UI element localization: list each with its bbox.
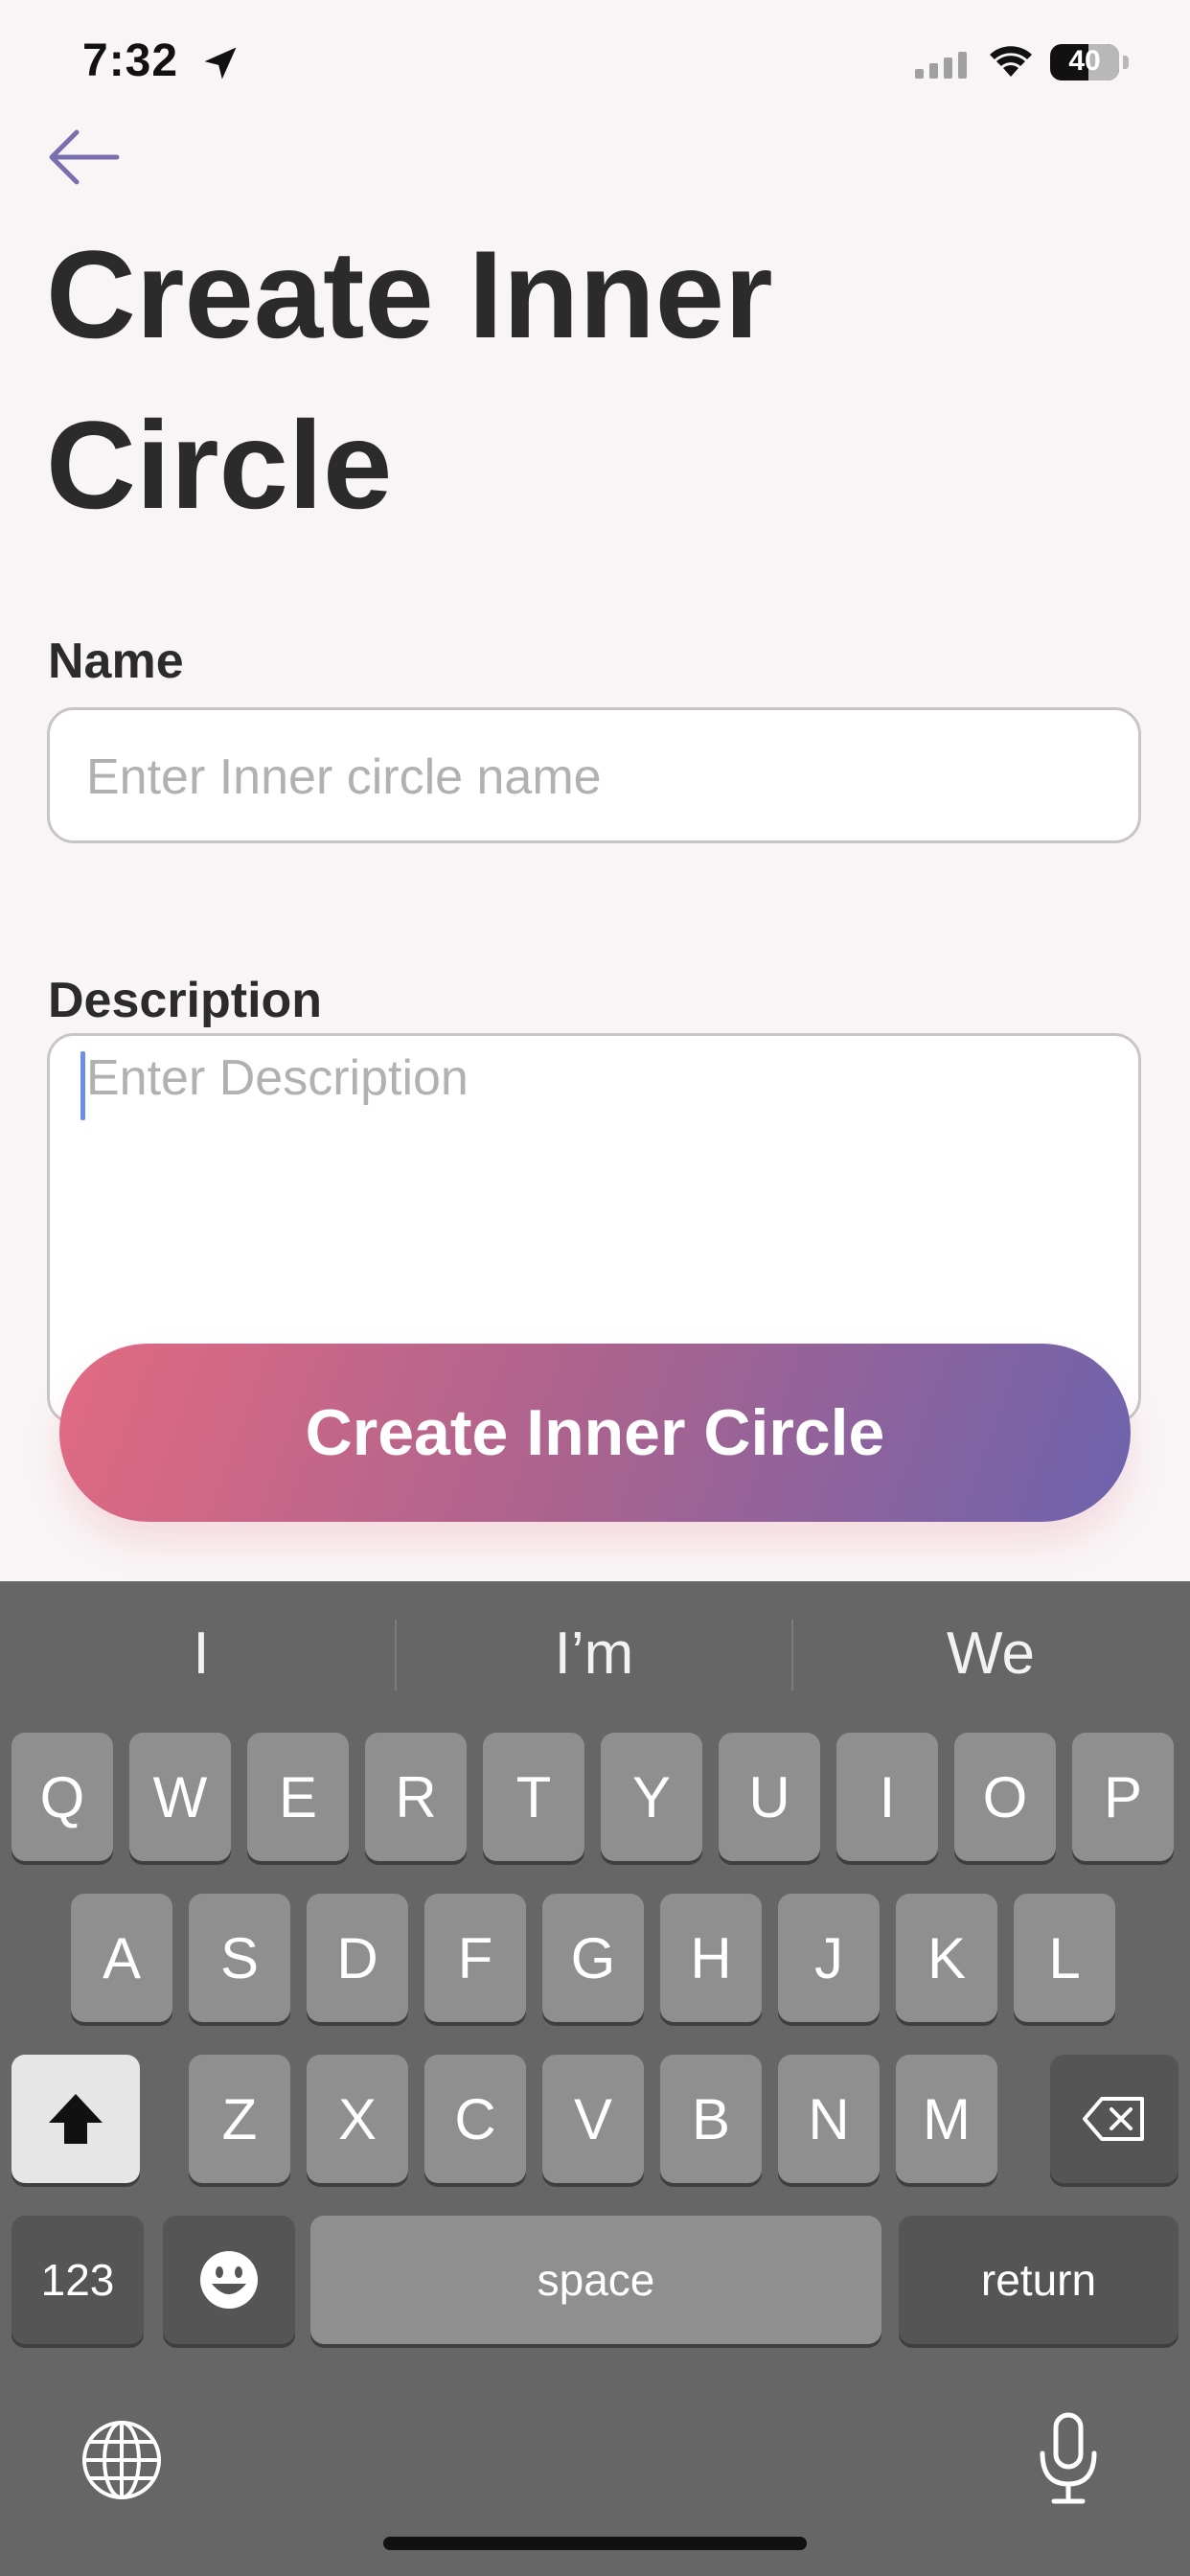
home-indicator[interactable] <box>383 2537 807 2550</box>
key-p[interactable]: P <box>1072 1733 1174 1861</box>
delete-key[interactable] <box>1050 2055 1179 2183</box>
emoji-icon <box>200 2251 258 2309</box>
emoji-key[interactable] <box>163 2216 295 2344</box>
key-t[interactable]: T <box>483 1733 584 1861</box>
create-inner-circle-button[interactable]: Create Inner Circle <box>59 1344 1131 1522</box>
key-i[interactable]: I <box>836 1733 938 1861</box>
key-m[interactable]: M <box>896 2055 997 2183</box>
shift-icon <box>49 2094 103 2144</box>
battery-icon: 40 <box>1050 44 1119 80</box>
name-label: Name <box>48 633 184 689</box>
backspace-icon <box>1083 2097 1144 2141</box>
key-e[interactable]: E <box>247 1733 349 1861</box>
suggestion-bar: I I’m We <box>0 1581 1190 1725</box>
key-a[interactable]: A <box>71 1894 172 2022</box>
location-arrow-icon <box>204 47 237 80</box>
key-w[interactable]: W <box>129 1733 231 1861</box>
key-z[interactable]: Z <box>189 2055 290 2183</box>
key-j[interactable]: J <box>778 1894 880 2022</box>
microphone-icon[interactable] <box>1037 2411 1100 2507</box>
key-r[interactable]: R <box>365 1733 467 1861</box>
key-s[interactable]: S <box>189 1894 290 2022</box>
battery-level: 40 <box>1068 45 1101 77</box>
name-placeholder: Enter Inner circle name <box>86 749 602 805</box>
key-n[interactable]: N <box>778 2055 880 2183</box>
key-c[interactable]: C <box>424 2055 526 2183</box>
text-caret <box>80 1051 85 1120</box>
key-l[interactable]: L <box>1014 1894 1115 2022</box>
space-key[interactable]: space <box>310 2216 881 2344</box>
key-x[interactable]: X <box>307 2055 408 2183</box>
cellular-signal-icon <box>915 52 967 79</box>
key-q[interactable]: Q <box>11 1733 113 1861</box>
shift-key[interactable] <box>11 2055 140 2183</box>
suggestion-3[interactable]: We <box>799 1620 1182 1688</box>
status-bar: 7:32 40 <box>0 0 1190 125</box>
return-key[interactable]: return <box>899 2216 1179 2344</box>
key-h[interactable]: H <box>660 1894 762 2022</box>
numbers-key[interactable]: 123 <box>11 2216 144 2344</box>
key-f[interactable]: F <box>424 1894 526 2022</box>
description-label: Description <box>48 973 323 1028</box>
back-arrow-icon[interactable] <box>44 126 121 188</box>
keyboard: I I’m We Q W E R T Y U I O P A S D F G H… <box>0 1581 1190 2576</box>
page-title: Create Inner Circle <box>46 224 773 535</box>
key-v[interactable]: V <box>542 2055 644 2183</box>
status-time: 7:32 <box>82 35 179 86</box>
key-o[interactable]: O <box>954 1733 1056 1861</box>
key-k[interactable]: K <box>896 1894 997 2022</box>
key-d[interactable]: D <box>307 1894 408 2022</box>
suggestion-2[interactable]: I’m <box>402 1620 786 1688</box>
suggestion-1[interactable]: I <box>10 1620 393 1688</box>
description-placeholder: Enter Description <box>86 1050 469 1106</box>
key-u[interactable]: U <box>719 1733 820 1861</box>
key-y[interactable]: Y <box>601 1733 702 1861</box>
globe-icon[interactable] <box>80 2419 163 2501</box>
wifi-icon <box>990 46 1032 77</box>
key-b[interactable]: B <box>660 2055 762 2183</box>
name-input[interactable]: Enter Inner circle name <box>47 707 1141 843</box>
key-g[interactable]: G <box>542 1894 644 2022</box>
